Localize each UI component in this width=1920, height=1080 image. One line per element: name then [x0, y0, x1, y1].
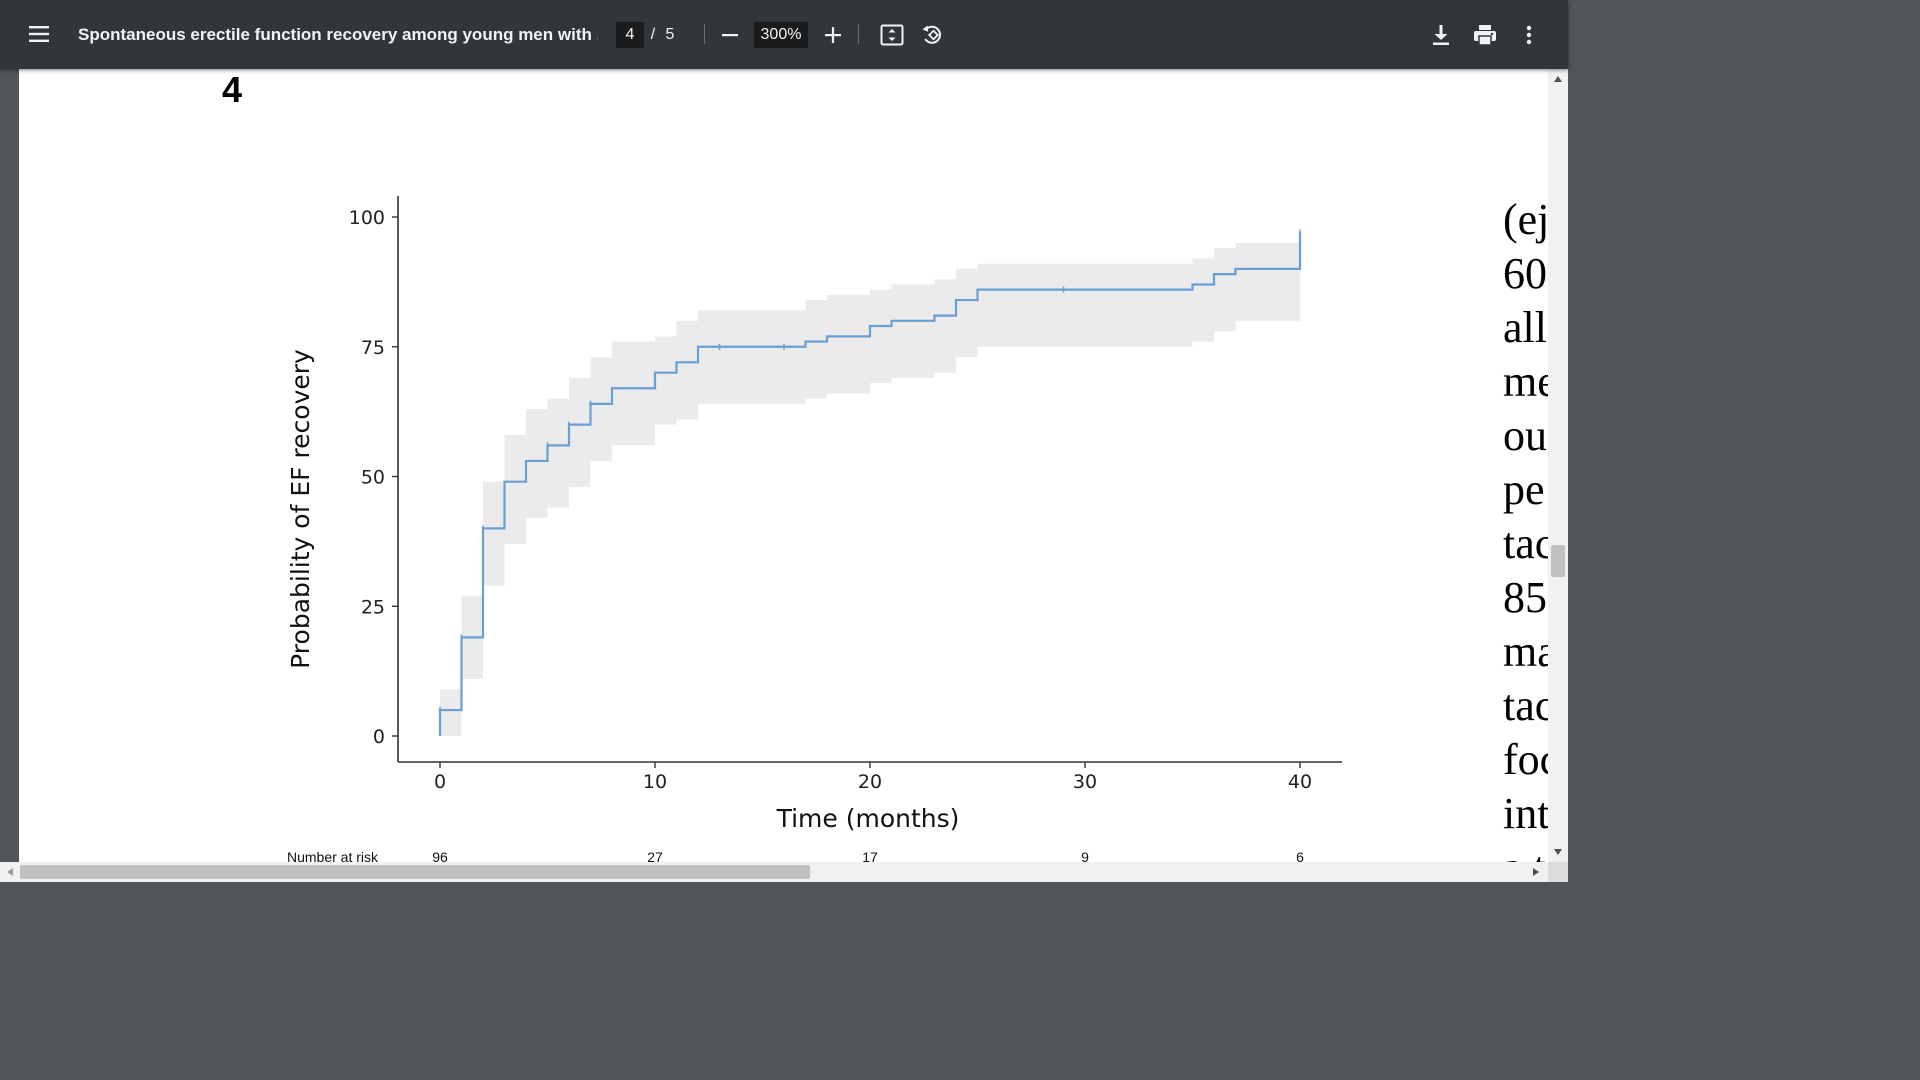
confidence-band-segment	[827, 294, 870, 394]
confidence-band-segment	[698, 310, 806, 404]
toolbar-divider	[704, 24, 705, 44]
confidence-band-segment	[440, 689, 462, 736]
confidence-band-segment	[569, 377, 591, 487]
side-text-line: ou	[1503, 411, 1547, 460]
scroll-right-icon[interactable]	[1532, 867, 1540, 877]
print-icon	[1474, 25, 1496, 46]
confidence-band-segment	[612, 341, 655, 446]
confidence-band-segment	[590, 357, 612, 461]
y-axis-label: Probability of EF recovery	[286, 349, 315, 669]
cropped-body-text: (ej 60 all me ou pe tac 85 ma tac foc int a.t	[1503, 193, 1548, 862]
horizontal-scroll-thumb[interactable]	[20, 865, 810, 879]
x-tick-label: 30	[1073, 771, 1097, 793]
side-text-line: foc	[1503, 735, 1548, 784]
kaplan-meier-chart: 0 25 50 75 100 0 10 20 30 40 Time (months) Probabil…	[286, 196, 1342, 862]
print-button[interactable]	[1470, 20, 1500, 50]
x-tick-label: 20	[858, 771, 882, 793]
rotate-button[interactable]	[917, 20, 947, 50]
confidence-band-segment	[1214, 248, 1236, 332]
y-tick-label: 25	[361, 596, 385, 618]
x-tick-label: 10	[643, 771, 667, 793]
side-text-line: ma	[1503, 627, 1548, 676]
zoom-out-icon	[722, 34, 738, 37]
side-text-line: int	[1503, 789, 1548, 838]
horizontal-scrollbar[interactable]	[0, 862, 1548, 882]
zoom-in-button[interactable]	[818, 20, 848, 50]
page-separator: /	[650, 26, 656, 43]
document-title: Spontaneous erectile function recovery a…	[78, 25, 598, 44]
confidence-band-segment	[655, 336, 677, 425]
confidence-band-segment	[1235, 242, 1300, 321]
confidence-band-segment	[934, 279, 956, 373]
download-icon	[1433, 25, 1449, 45]
x-tick-label: 40	[1288, 771, 1312, 793]
side-text-line: 85	[1503, 573, 1547, 622]
scroll-left-icon[interactable]	[6, 867, 14, 877]
x-tick-label: 0	[434, 771, 446, 793]
side-text-line: (ej	[1503, 195, 1548, 244]
side-text-line: pe	[1503, 465, 1545, 514]
menu-button[interactable]	[24, 19, 54, 49]
fit-page-icon	[880, 24, 904, 46]
confidence-band-segment	[870, 289, 892, 384]
zoom-out-button[interactable]	[715, 20, 745, 50]
confidence-band-segment	[526, 409, 548, 519]
more-icon	[1526, 25, 1532, 45]
rotate-icon	[922, 25, 941, 44]
risk-count: 96	[432, 849, 448, 862]
confidence-band-segment	[805, 300, 827, 399]
vertical-scrollbar[interactable]	[1548, 69, 1568, 862]
side-text-line: me	[1503, 357, 1548, 406]
y-tick-label: 100	[349, 207, 385, 229]
scrollbar-corner	[1548, 862, 1568, 882]
confidence-band-segment	[504, 434, 526, 544]
risk-count: 27	[647, 849, 663, 862]
fit-to-page-button[interactable]	[877, 20, 907, 50]
menu-icon	[29, 26, 49, 42]
side-text-line: a.t	[1503, 841, 1548, 862]
pdf-toolbar: Spontaneous erectile function recovery a…	[0, 0, 1568, 69]
zoom-input[interactable]	[754, 22, 808, 48]
confidence-band-segment	[676, 320, 698, 420]
y-tick-label: 0	[373, 726, 385, 748]
vertical-scroll-thumb[interactable]	[1551, 545, 1565, 577]
confidence-band-segment	[891, 284, 935, 378]
pdf-page: 4 0 25 50 75 100 0 10 20 30 40 Time (months) Probab…	[19, 69, 1548, 862]
toolbar-divider	[858, 24, 859, 44]
risk-count: 6	[1296, 849, 1304, 862]
confidence-band-segment	[483, 481, 505, 586]
x-axis-label: Time (months)	[776, 804, 960, 833]
risk-table-label: Number at risk	[287, 849, 379, 862]
confidence-band-segment	[956, 268, 978, 358]
download-button[interactable]	[1426, 20, 1456, 50]
side-text-line: tac	[1503, 681, 1548, 730]
confidence-band-segment	[1192, 258, 1214, 342]
zoom-in-icon	[825, 27, 841, 43]
y-tick-label: 75	[361, 337, 385, 359]
risk-count: 17	[862, 849, 878, 862]
side-text-line: tac	[1503, 519, 1548, 568]
scroll-down-icon[interactable]	[1553, 848, 1563, 856]
confidence-band-segment	[547, 398, 569, 508]
side-text-line: 60	[1503, 249, 1547, 298]
side-text-line: all	[1503, 303, 1547, 352]
page-number-input[interactable]	[616, 22, 644, 48]
scroll-up-icon[interactable]	[1553, 75, 1563, 83]
y-tick-label: 50	[361, 467, 385, 489]
page-total: 5	[665, 26, 675, 43]
more-actions-button[interactable]	[1514, 20, 1544, 50]
confidence-band-segment	[977, 263, 1193, 347]
risk-count: 9	[1081, 849, 1089, 862]
